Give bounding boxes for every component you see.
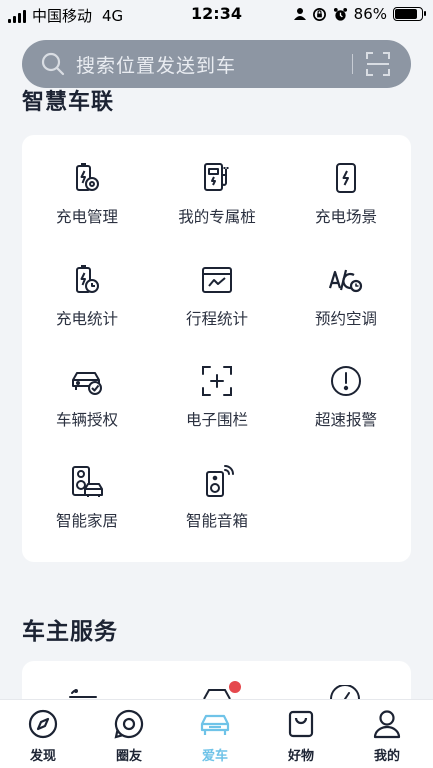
alarm-icon — [333, 7, 347, 21]
grid-item-charging-stats[interactable]: 充电统计 — [22, 263, 152, 329]
trip-chart-icon — [202, 267, 232, 293]
status-bar: 中国移动 4G 12:34 86% — [0, 0, 433, 28]
grid-item-my-charging-pile[interactable]: 我的专属桩 — [152, 161, 282, 227]
grid-label: 充电管理 — [55, 208, 118, 226]
speaker-icon — [206, 465, 234, 497]
section-title-smart-connect: 智慧车联 — [22, 90, 115, 115]
geofence-icon — [202, 366, 232, 396]
grid-label: 充电统计 — [55, 310, 118, 328]
tab-my-car[interactable]: 爱车 — [172, 708, 258, 764]
grid-label: 我的专属桩 — [178, 208, 256, 226]
bottom-tab-bar: 发现 圈友 爱车 好物 我的 — [0, 699, 433, 768]
feature-grid-card: 充电管理 我的专属桩 充电场景 充电统计 行程统计 预约空调 车辆授权 电子围栏… — [22, 135, 411, 562]
grid-label: 车辆授权 — [55, 411, 118, 429]
shop-icon — [288, 710, 314, 738]
user-icon — [373, 710, 401, 739]
ac-schedule-icon — [329, 269, 363, 293]
tab-label: 我的 — [373, 749, 400, 764]
notification-badge — [229, 681, 241, 693]
car-icon — [200, 714, 230, 735]
tab-label: 圈友 — [115, 749, 142, 764]
section-title-owner-services: 车主服务 — [22, 619, 118, 645]
grid-item-vehicle-authorization[interactable]: 车辆授权 — [22, 364, 152, 430]
battery-icon — [393, 7, 426, 21]
person-icon — [293, 8, 306, 20]
grid-label: 行程统计 — [185, 310, 248, 328]
tab-label: 好物 — [287, 749, 314, 764]
search-input[interactable]: 搜索位置发送到车 — [76, 51, 236, 78]
service-icon-3[interactable] — [328, 685, 362, 699]
tab-discover[interactable]: 发现 — [0, 708, 86, 764]
tab-label: 发现 — [29, 749, 56, 764]
rotation-lock-icon — [312, 7, 326, 21]
battery-clock-icon — [76, 265, 99, 293]
grid-label: 预约空调 — [314, 310, 377, 328]
tab-label: 爱车 — [201, 749, 228, 764]
home-car-icon — [72, 466, 103, 497]
grid-item-geofence[interactable]: 电子围栏 — [152, 364, 282, 430]
search-bar[interactable]: 搜索位置发送到车 — [22, 40, 411, 88]
grid-item-trip-stats[interactable]: 行程统计 — [152, 263, 282, 329]
compass-icon — [28, 709, 58, 739]
phone-charge-icon — [336, 163, 356, 193]
grid-item-speed-alert[interactable]: 超速报警 — [281, 364, 411, 430]
grid-label: 智能音箱 — [185, 512, 248, 530]
tab-shop[interactable]: 好物 — [258, 708, 344, 764]
grid-item-smart-speaker[interactable]: 智能音箱 — [152, 465, 282, 531]
battery-percent: 86% — [353, 5, 387, 23]
service-icon-1[interactable] — [66, 687, 100, 699]
battery-gear-icon — [76, 163, 99, 191]
grid-item-smart-home[interactable]: 智能家居 — [22, 465, 152, 531]
charging-pile-icon — [204, 163, 229, 191]
tab-me[interactable]: 我的 — [344, 708, 430, 764]
grid-label: 充电场景 — [314, 208, 377, 226]
car-check-icon — [72, 372, 102, 395]
grid-item-ac-schedule[interactable]: 预约空调 — [281, 263, 411, 329]
search-icon — [41, 52, 65, 76]
chat-icon — [114, 709, 144, 739]
scan-icon[interactable] — [365, 51, 391, 77]
grid-label: 智能家居 — [55, 512, 118, 530]
grid-item-charging-scene[interactable]: 充电场景 — [281, 161, 411, 227]
grid-label: 电子围栏 — [185, 411, 248, 429]
grid-label: 超速报警 — [314, 411, 377, 429]
search-divider — [352, 54, 353, 74]
tab-friends[interactable]: 圈友 — [86, 708, 172, 764]
alert-icon — [331, 366, 361, 396]
status-icons: 86% — [293, 5, 426, 23]
grid-item-charging-management[interactable]: 充电管理 — [22, 161, 152, 227]
